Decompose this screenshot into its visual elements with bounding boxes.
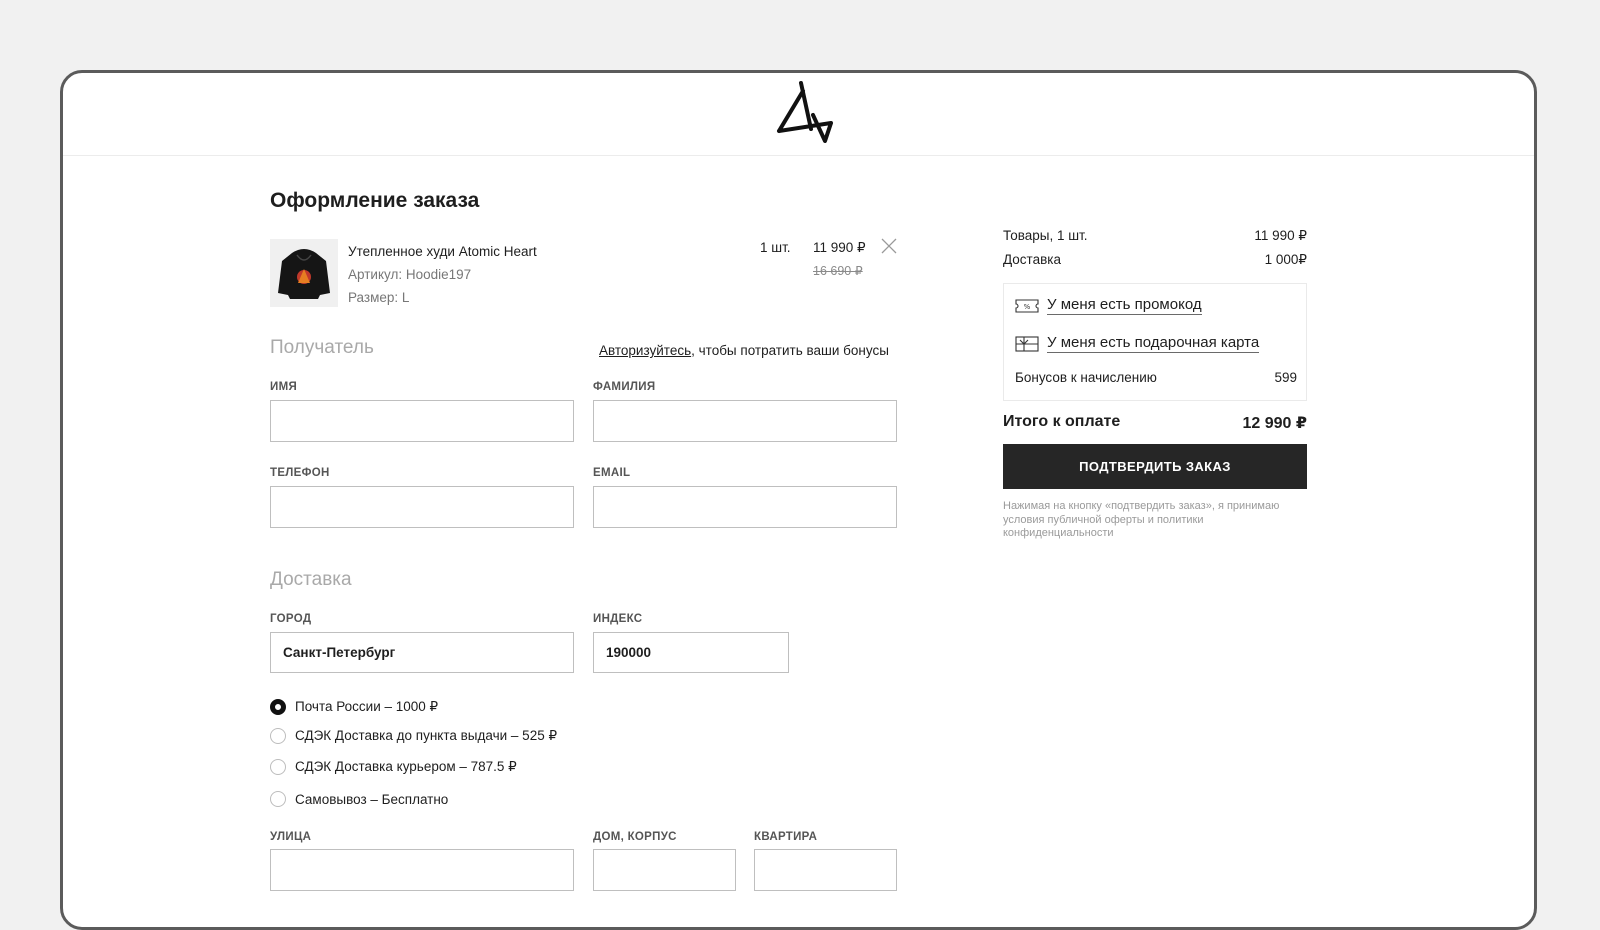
product-size: Размер: L (348, 290, 410, 305)
first-name-input[interactable] (270, 400, 574, 442)
hoodie-icon (278, 249, 330, 299)
radio-unchecked[interactable] (270, 728, 286, 744)
last-name-input[interactable] (593, 400, 897, 442)
delivery-option-label: Почта России – 1000 ₽ (295, 699, 439, 714)
email-input[interactable] (593, 486, 897, 528)
terms-disclaimer: Нажимая на кнопку «подтвердить заказ», я… (1003, 500, 1280, 539)
remove-item-button[interactable] (879, 236, 899, 256)
phone-label: ТЕЛЕФОН (270, 467, 330, 479)
phone-input[interactable] (270, 486, 574, 528)
summary-goods-label: Товары, 1 шт. (1003, 228, 1088, 243)
product-price: 11 990 ₽ (813, 240, 866, 255)
radio-checked[interactable] (270, 699, 286, 715)
login-link[interactable]: Авторизуйтесь (599, 343, 691, 358)
radio-unchecked[interactable] (270, 759, 286, 775)
summary-goods-value: 11 990 ₽ (1254, 228, 1307, 243)
summary-delivery-value: 1 000₽ (1264, 252, 1307, 267)
delivery-section-title: Доставка (270, 569, 352, 590)
email-label: EMAIL (593, 467, 631, 479)
confirm-order-button[interactable]: ПОДТВЕРДИТЬ ЗАКАЗ (1003, 444, 1307, 489)
bonus-label: Бонусов к начислению (1015, 370, 1157, 385)
summary-goods-row: Товары, 1 шт. 11 990 ₽ (1003, 228, 1307, 244)
bonus-value: 599 (1274, 370, 1297, 385)
total-value: 12 990 ₽ (1242, 415, 1307, 432)
auth-hint-text: , чтобы потратить ваши бонусы (691, 343, 889, 358)
site-header (63, 73, 1534, 156)
delivery-option-label: СДЭК Доставка курьером – 787.5 ₽ (295, 759, 517, 774)
total-row: Итого к оплате 12 990 ₽ (1003, 413, 1307, 433)
house-input[interactable] (593, 849, 736, 891)
bonus-row: Бонусов к начислению 599 (1015, 370, 1297, 385)
last-name-label: ФАМИЛИЯ (593, 381, 656, 393)
summary-delivery-label: Доставка (1003, 252, 1061, 267)
promo-code-toggle[interactable]: % У меня есть промокод (1015, 296, 1202, 315)
summary-delivery-row: Доставка 1 000₽ (1003, 252, 1307, 268)
coupon-icon: % (1015, 298, 1039, 313)
recipient-section-title: Получатель (270, 337, 374, 358)
product-name[interactable]: Утепленное худи Atomic Heart (348, 244, 537, 259)
city-input[interactable] (270, 632, 574, 673)
index-label: ИНДЕКС (593, 613, 643, 625)
auth-hint: Авторизуйтесь, чтобы потратить ваши бону… (599, 343, 889, 358)
close-icon (881, 238, 897, 254)
product-old-price: 16 690 ₽ (813, 264, 863, 278)
brand-logo-icon[interactable] (773, 79, 837, 143)
first-name-label: ИМЯ (270, 381, 298, 393)
street-input[interactable] (270, 849, 574, 891)
page-title: Оформление заказа (270, 189, 480, 212)
gift-card-label: У меня есть подарочная карта (1047, 334, 1260, 353)
index-input[interactable] (593, 632, 789, 673)
svg-text:%: % (1024, 303, 1031, 311)
house-label: ДОМ, КОРПУС (593, 831, 677, 843)
total-label: Итого к оплате (1003, 413, 1121, 430)
delivery-option-cdek-courier[interactable]: СДЭК Доставка курьером – 787.5 ₽ (270, 756, 517, 778)
apartment-label: КВАРТИРА (754, 831, 818, 843)
apartment-input[interactable] (754, 849, 897, 891)
checkout-window: Оформление заказа Утепленное худи Atomic… (60, 70, 1537, 930)
product-quantity: 1 шт. (760, 240, 791, 255)
gift-card-toggle[interactable]: У меня есть подарочная карта (1015, 334, 1260, 353)
delivery-option-label: Самовывоз – Бесплатно (295, 791, 449, 807)
delivery-option-cdek-pickup[interactable]: СДЭК Доставка до пункта выдачи – 525 ₽ (270, 725, 557, 747)
promo-box: % У меня есть промокод У меня есть подар… (1003, 283, 1307, 401)
promo-code-label: У меня есть промокод (1047, 296, 1202, 315)
delivery-option-russian-post[interactable]: Почта России – 1000 ₽ (270, 696, 438, 718)
product-sku: Артикул: Hoodie197 (348, 267, 472, 282)
delivery-option-label: СДЭК Доставка до пункта выдачи – 525 ₽ (295, 728, 558, 743)
gift-card-icon (1015, 335, 1039, 352)
street-label: УЛИЦА (270, 831, 312, 843)
city-label: ГОРОД (270, 613, 312, 625)
product-image[interactable] (270, 239, 338, 307)
radio-unchecked[interactable] (270, 791, 286, 807)
delivery-option-self-pickup[interactable]: Самовывоз – Бесплатно (270, 788, 448, 810)
